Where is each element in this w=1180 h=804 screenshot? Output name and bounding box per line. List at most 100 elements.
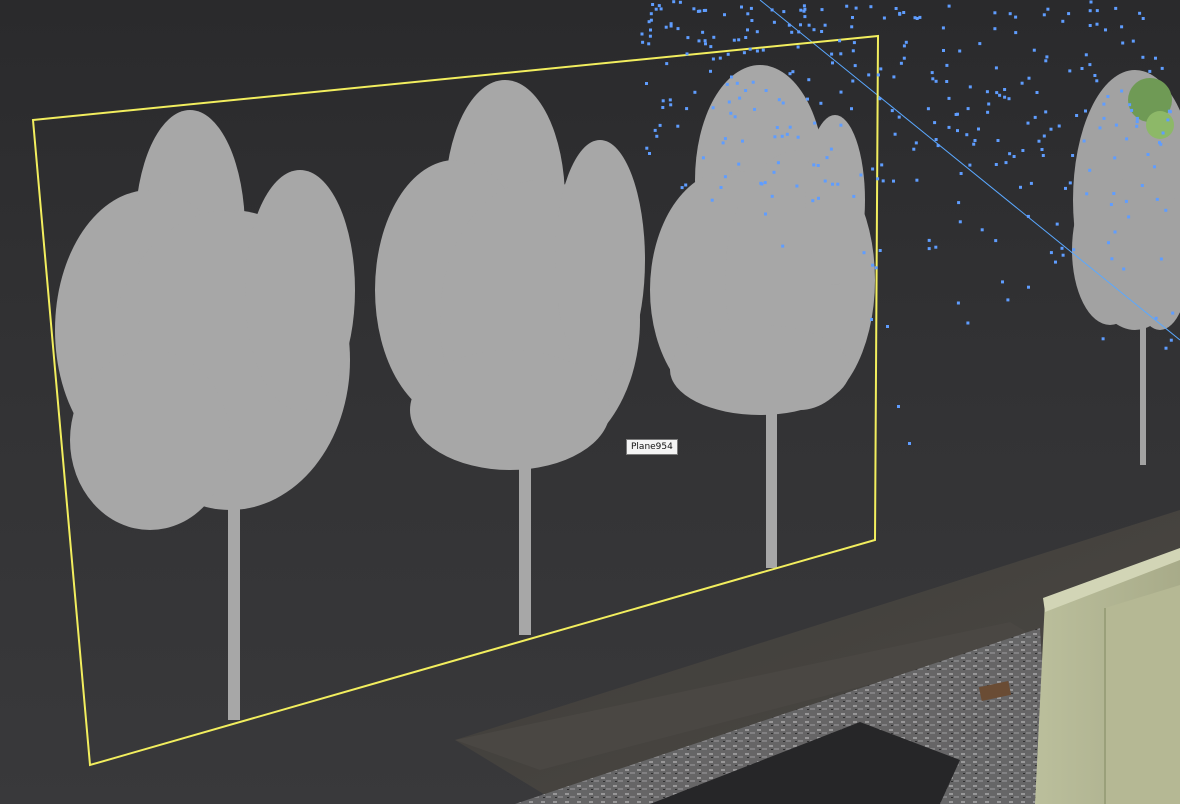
particle-point	[1153, 165, 1156, 169]
particle-point	[648, 34, 652, 38]
particle-point	[1042, 13, 1046, 17]
particle-point	[1044, 59, 1048, 63]
particle-point	[1114, 6, 1118, 10]
particle-point	[780, 134, 784, 138]
particle-point	[1095, 9, 1099, 13]
particle-point	[996, 139, 1000, 142]
particle-point	[659, 7, 663, 11]
particle-point	[1135, 116, 1139, 120]
particle-point	[862, 251, 866, 255]
particle-point	[753, 107, 756, 111]
particle-point	[942, 49, 945, 52]
particle-point	[1160, 66, 1164, 70]
particle-point	[867, 73, 871, 77]
particle-point	[712, 35, 716, 39]
particle-point	[902, 44, 906, 48]
particle-point	[958, 220, 962, 224]
particle-point	[749, 6, 753, 10]
particle-point	[830, 52, 834, 56]
particle-point	[1098, 126, 1102, 130]
particle-point	[927, 238, 931, 242]
particle-point	[1057, 124, 1061, 128]
particle-point	[1127, 215, 1131, 219]
particle-point	[676, 27, 680, 31]
viewport-scene[interactable]	[0, 0, 1180, 804]
particle-point	[1110, 257, 1114, 261]
particle-point	[803, 15, 807, 19]
particle-point	[1104, 28, 1107, 32]
particle-point	[1114, 123, 1118, 127]
particle-point	[1088, 24, 1092, 27]
particle-point	[839, 90, 843, 94]
particle-point	[966, 107, 970, 111]
particle-point	[1012, 155, 1016, 158]
particle-point	[653, 128, 657, 132]
particle-point	[871, 167, 875, 171]
particle-point	[697, 39, 701, 43]
particle-point	[839, 52, 843, 56]
particle-point	[1088, 168, 1092, 172]
particle-point	[645, 82, 648, 85]
particle-point	[702, 9, 706, 12]
particle-point	[1171, 311, 1175, 315]
particle-point	[912, 147, 916, 151]
particle-point	[1113, 230, 1117, 234]
particle-point	[1169, 338, 1173, 342]
particle-point	[1140, 184, 1144, 187]
particle-point	[1032, 48, 1036, 52]
particle-point	[947, 125, 951, 129]
particle-point	[698, 9, 702, 13]
particle-point	[1071, 154, 1075, 157]
particle-point	[915, 17, 919, 20]
particle-point	[725, 82, 729, 86]
particle-point	[890, 109, 894, 113]
particle-point	[750, 19, 754, 22]
particle-point	[993, 27, 997, 31]
particle-point	[882, 16, 886, 20]
particle-point	[874, 266, 878, 270]
particle-point	[1131, 39, 1135, 43]
particle-point	[881, 179, 885, 183]
particle-point	[782, 10, 786, 14]
particle-point	[965, 133, 969, 137]
particle-point	[1068, 181, 1072, 185]
particle-point	[1146, 153, 1150, 156]
particle-point	[1003, 95, 1007, 99]
particle-point	[740, 5, 743, 9]
particle-point	[737, 162, 741, 166]
particle-point	[829, 147, 833, 151]
particle-point	[685, 52, 689, 56]
particle-point	[853, 64, 857, 68]
particle-point	[721, 141, 725, 145]
particle-point	[1154, 316, 1158, 320]
particle-point	[727, 100, 731, 104]
particle-point	[930, 71, 934, 75]
3d-viewport[interactable]: Plane954	[0, 0, 1180, 804]
particle-point	[1109, 203, 1113, 206]
particle-point	[1088, 9, 1092, 13]
particle-point	[1072, 248, 1076, 252]
particle-point	[1067, 12, 1071, 16]
particle-point	[1164, 208, 1168, 212]
particle-point	[820, 8, 824, 12]
particle-point	[936, 144, 940, 148]
particle-point	[1158, 141, 1161, 145]
particle-point	[692, 7, 696, 11]
particle-point	[785, 132, 789, 136]
particle-point	[701, 30, 705, 34]
particle-point	[813, 121, 817, 125]
particle-point	[645, 146, 649, 150]
particle-point	[693, 90, 697, 94]
particle-point	[737, 38, 741, 42]
tree-1	[55, 110, 355, 720]
particle-point	[968, 163, 972, 167]
particle-point	[998, 93, 1002, 97]
particle-point	[649, 18, 653, 22]
particle-point	[886, 325, 889, 328]
particle-point	[959, 172, 963, 175]
particle-point	[718, 56, 722, 60]
particle-point	[1154, 56, 1157, 60]
particle-point	[649, 12, 653, 16]
particle-point	[1041, 154, 1045, 157]
particle-point	[933, 121, 937, 125]
